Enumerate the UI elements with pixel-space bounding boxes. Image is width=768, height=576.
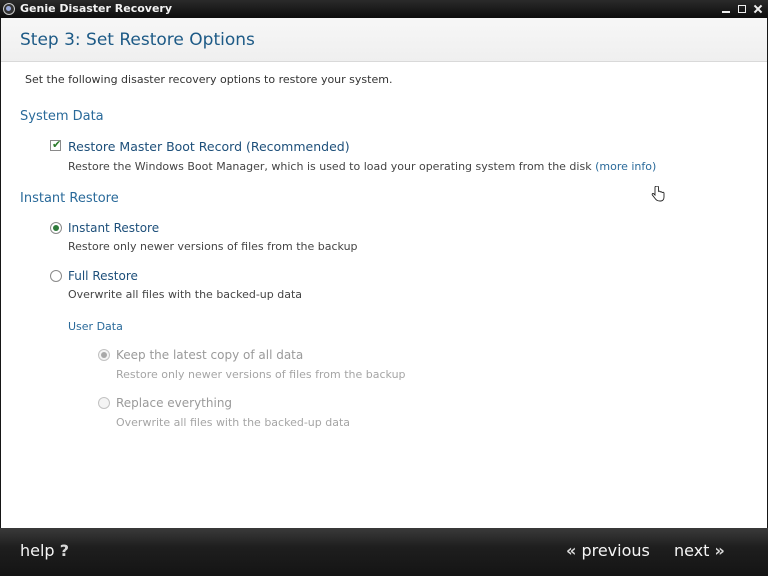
double-chevron-right-icon: »	[714, 541, 725, 560]
restore-mbr-label[interactable]: Restore Master Boot Record (Recommended)	[68, 139, 350, 154]
keep-latest-radio[interactable]	[98, 349, 110, 361]
previous-button[interactable]: « previous	[566, 541, 650, 560]
restore-mbr-description-text: Restore the Windows Boot Manager, which …	[68, 160, 592, 173]
restore-mbr-checkbox[interactable]: ✔	[50, 138, 62, 151]
footer-bar: help ? « previous next »	[0, 528, 768, 576]
hand-cursor-icon	[651, 186, 665, 202]
keep-latest-description: Restore only newer versions of files fro…	[116, 368, 406, 381]
full-restore-description: Overwrite all files with the backed-up d…	[68, 288, 303, 301]
checkmark-icon: ✔	[52, 138, 62, 151]
instant-restore-radio[interactable]	[50, 222, 62, 234]
next-label: next	[674, 541, 710, 560]
minimize-icon[interactable]	[720, 3, 732, 15]
keep-latest-label[interactable]: Keep the latest copy of all data	[116, 348, 303, 362]
window-title: Genie Disaster Recovery	[20, 2, 173, 15]
section-title-user-data: User Data	[68, 320, 123, 333]
next-button[interactable]: next »	[674, 541, 725, 560]
replace-everything-radio[interactable]	[98, 397, 110, 409]
section-title-instant-restore: Instant Restore	[20, 191, 119, 206]
help-label: help	[20, 541, 55, 560]
app-window: Genie Disaster Recovery Step 3: Set Rest…	[0, 0, 768, 576]
step-header: Step 3: Set Restore Options	[1, 18, 767, 62]
window-controls	[720, 0, 764, 18]
main-panel: Step 3: Set Restore Options Set the foll…	[1, 18, 767, 528]
intro-text: Set the following disaster recovery opti…	[25, 73, 393, 86]
question-mark-icon: ?	[59, 541, 69, 560]
maximize-icon[interactable]	[736, 3, 748, 15]
title-bar: Genie Disaster Recovery	[0, 0, 768, 18]
page-title: Step 3: Set Restore Options	[20, 30, 255, 50]
replace-everything-description: Overwrite all files with the backed-up d…	[116, 416, 351, 429]
previous-label: previous	[581, 541, 650, 560]
replace-everything-label[interactable]: Replace everything	[116, 396, 232, 410]
app-logo-icon	[3, 3, 15, 15]
full-restore-radio[interactable]	[50, 270, 62, 282]
close-icon[interactable]	[752, 3, 764, 15]
instant-restore-description: Restore only newer versions of files fro…	[68, 240, 358, 253]
instant-restore-label[interactable]: Instant Restore	[68, 221, 159, 235]
more-info-link[interactable]: (more info)	[595, 160, 656, 173]
double-chevron-left-icon: «	[566, 541, 577, 560]
restore-mbr-description: Restore the Windows Boot Manager, which …	[68, 160, 656, 173]
help-button[interactable]: help ?	[20, 541, 69, 560]
section-title-system-data: System Data	[20, 109, 104, 124]
full-restore-label[interactable]: Full Restore	[68, 269, 138, 283]
